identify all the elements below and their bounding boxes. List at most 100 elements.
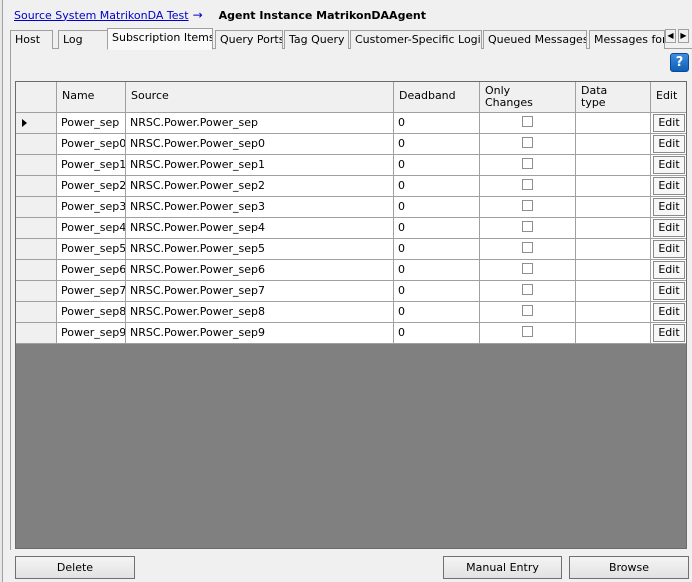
name-cell[interactable]: Power_sep bbox=[57, 113, 126, 134]
column-header-name[interactable]: Name bbox=[57, 82, 126, 113]
row-header[interactable] bbox=[16, 134, 57, 155]
only-changes-cell bbox=[480, 197, 576, 218]
only-changes-checkbox[interactable] bbox=[522, 116, 533, 127]
edit-button[interactable]: Edit bbox=[653, 240, 685, 258]
name-cell[interactable]: Power_sep2 bbox=[57, 176, 126, 197]
column-header-only-changes[interactable]: Only Changes bbox=[480, 82, 576, 113]
edit-button[interactable]: Edit bbox=[653, 114, 685, 132]
name-cell[interactable]: Power_sep8 bbox=[57, 302, 126, 323]
source-cell[interactable]: NRSC.Power.Power_sep bbox=[126, 113, 394, 134]
browse-button[interactable]: Browse bbox=[569, 556, 689, 579]
tab-customer-specific-logic[interactable]: Customer-Specific Logic bbox=[350, 30, 482, 49]
edit-button[interactable]: Edit bbox=[653, 219, 685, 237]
tab-log[interactable]: Log bbox=[58, 30, 112, 49]
deadband-cell[interactable]: 0 bbox=[394, 302, 480, 323]
only-changes-checkbox[interactable] bbox=[522, 200, 533, 211]
deadband-cell[interactable]: 0 bbox=[394, 134, 480, 155]
edit-button[interactable]: Edit bbox=[653, 324, 685, 342]
tab-subscription-items[interactable]: Subscription Items bbox=[107, 28, 213, 50]
delete-button[interactable]: Delete bbox=[15, 556, 135, 579]
deadband-cell[interactable]: 0 bbox=[394, 260, 480, 281]
row-header[interactable] bbox=[16, 176, 57, 197]
name-cell[interactable]: Power_sep7 bbox=[57, 281, 126, 302]
only-changes-checkbox[interactable] bbox=[522, 137, 533, 148]
deadband-cell[interactable]: 0 bbox=[394, 155, 480, 176]
only-changes-cell bbox=[480, 113, 576, 134]
tab-messages-for[interactable]: Messages for bbox=[589, 30, 665, 49]
name-cell[interactable]: Power_sep3 bbox=[57, 197, 126, 218]
source-cell[interactable]: NRSC.Power.Power_sep3 bbox=[126, 197, 394, 218]
name-cell[interactable]: Power_sep4 bbox=[57, 218, 126, 239]
tab-queued-messages[interactable]: Queued Messages bbox=[483, 30, 587, 49]
deadband-cell[interactable]: 0 bbox=[394, 218, 480, 239]
edit-button[interactable]: Edit bbox=[653, 282, 685, 300]
data-type-cell[interactable] bbox=[576, 239, 651, 260]
only-changes-checkbox[interactable] bbox=[522, 221, 533, 232]
help-icon[interactable]: ? bbox=[670, 53, 689, 72]
column-header-deadband[interactable]: Deadband bbox=[394, 82, 480, 113]
source-cell[interactable]: NRSC.Power.Power_sep6 bbox=[126, 260, 394, 281]
breadcrumb-source-system-link[interactable]: Source System MatrikonDA Test bbox=[14, 9, 189, 22]
source-cell[interactable]: NRSC.Power.Power_sep1 bbox=[126, 155, 394, 176]
data-type-cell[interactable] bbox=[576, 197, 651, 218]
edit-button[interactable]: Edit bbox=[653, 135, 685, 153]
only-changes-checkbox[interactable] bbox=[522, 305, 533, 316]
column-header-source[interactable]: Source bbox=[126, 82, 394, 113]
row-header[interactable] bbox=[16, 323, 57, 344]
edit-button[interactable]: Edit bbox=[653, 261, 685, 279]
data-type-cell[interactable] bbox=[576, 323, 651, 344]
data-type-cell[interactable] bbox=[576, 260, 651, 281]
only-changes-checkbox[interactable] bbox=[522, 179, 533, 190]
row-header[interactable] bbox=[16, 113, 57, 134]
row-header[interactable] bbox=[16, 218, 57, 239]
source-cell[interactable]: NRSC.Power.Power_sep8 bbox=[126, 302, 394, 323]
source-cell[interactable]: NRSC.Power.Power_sep7 bbox=[126, 281, 394, 302]
data-type-cell[interactable] bbox=[576, 281, 651, 302]
data-type-cell[interactable] bbox=[576, 176, 651, 197]
tab-scroll-right-icon[interactable]: ▶ bbox=[678, 29, 689, 43]
deadband-cell[interactable]: 0 bbox=[394, 176, 480, 197]
tab-query-ports[interactable]: Query Ports bbox=[215, 30, 283, 49]
data-type-cell[interactable] bbox=[576, 302, 651, 323]
data-type-cell[interactable] bbox=[576, 134, 651, 155]
data-type-cell[interactable] bbox=[576, 155, 651, 176]
source-cell[interactable]: NRSC.Power.Power_sep2 bbox=[126, 176, 394, 197]
edit-button[interactable]: Edit bbox=[653, 177, 685, 195]
row-header[interactable] bbox=[16, 155, 57, 176]
name-cell[interactable]: Power_sep6 bbox=[57, 260, 126, 281]
deadband-cell[interactable]: 0 bbox=[394, 281, 480, 302]
manual-entry-button[interactable]: Manual Entry bbox=[443, 556, 562, 579]
name-cell[interactable]: Power_sep1 bbox=[57, 155, 126, 176]
tab-scroll-left-icon[interactable]: ◀ bbox=[665, 29, 676, 43]
only-changes-checkbox[interactable] bbox=[522, 263, 533, 274]
name-cell[interactable]: Power_sep9 bbox=[57, 323, 126, 344]
edit-button[interactable]: Edit bbox=[653, 198, 685, 216]
edit-button[interactable]: Edit bbox=[653, 303, 685, 321]
only-changes-checkbox[interactable] bbox=[522, 158, 533, 169]
data-type-cell[interactable] bbox=[576, 218, 651, 239]
data-type-cell[interactable] bbox=[576, 113, 651, 134]
source-cell[interactable]: NRSC.Power.Power_sep5 bbox=[126, 239, 394, 260]
row-header[interactable] bbox=[16, 302, 57, 323]
row-header[interactable] bbox=[16, 197, 57, 218]
deadband-cell[interactable]: 0 bbox=[394, 239, 480, 260]
source-cell[interactable]: NRSC.Power.Power_sep0 bbox=[126, 134, 394, 155]
source-cell[interactable]: NRSC.Power.Power_sep4 bbox=[126, 218, 394, 239]
deadband-cell[interactable]: 0 bbox=[394, 113, 480, 134]
tab-host[interactable]: Host bbox=[10, 30, 53, 49]
edit-button[interactable]: Edit bbox=[653, 156, 685, 174]
tab-tag-query[interactable]: Tag Query bbox=[284, 30, 349, 49]
only-changes-checkbox[interactable] bbox=[522, 326, 533, 337]
deadband-cell[interactable]: 0 bbox=[394, 197, 480, 218]
row-header[interactable] bbox=[16, 281, 57, 302]
row-header[interactable] bbox=[16, 260, 57, 281]
only-changes-checkbox[interactable] bbox=[522, 242, 533, 253]
deadband-cell[interactable]: 0 bbox=[394, 323, 480, 344]
source-cell[interactable]: NRSC.Power.Power_sep9 bbox=[126, 323, 394, 344]
name-cell[interactable]: Power_sep5 bbox=[57, 239, 126, 260]
name-cell[interactable]: Power_sep0 bbox=[57, 134, 126, 155]
only-changes-checkbox[interactable] bbox=[522, 284, 533, 295]
header: Source System MatrikonDA Test → Agent In… bbox=[14, 6, 426, 24]
column-header-data-type[interactable]: Data type bbox=[576, 82, 651, 113]
row-header[interactable] bbox=[16, 239, 57, 260]
